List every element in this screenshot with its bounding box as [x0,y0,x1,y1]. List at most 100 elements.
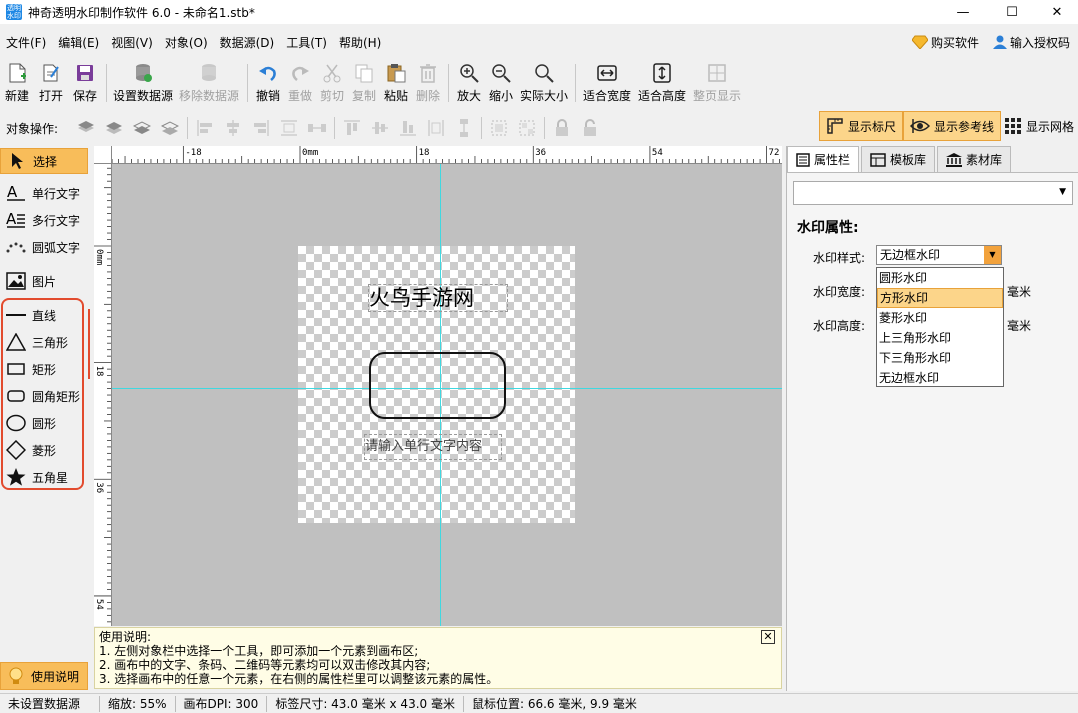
open-button[interactable]: 打开 [34,58,68,108]
instructions-line-2: 2. 画布中的文字、条码、二维码等元素均可以双击修改其内容; [99,658,431,672]
properties-body: ▼ 水印属性: 水印样式: 无边框水印 ▼ 水印宽度: 毫米 水印高度: 毫米 … [787,172,1078,691]
canvas-area[interactable]: 火鸟手游网 请输入单行文字内容 [112,164,782,626]
menu-datasource[interactable]: 数据源(D) [214,34,281,51]
tool-select[interactable]: 选择 [0,148,88,174]
menu-help[interactable]: 帮助(H) [333,34,387,51]
show-ruler-toggle[interactable]: 显示标尺 [819,111,904,141]
set-datasource-button[interactable]: 设置数据源 [111,58,175,108]
status-zoom: 缩放: 55% [100,695,176,712]
page-display-button[interactable]: 整页显示 [690,58,744,108]
zoom-in-button[interactable]: 放大 [453,58,485,108]
show-guides-toggle[interactable]: 显示参考线 [903,111,1002,141]
new-button[interactable]: 新建 [0,58,34,108]
option-down-triangle-watermark[interactable]: 下三角形水印 [877,348,1003,368]
tool-rect[interactable]: 矩形 [0,356,88,382]
buy-software-link[interactable]: 购买软件 [911,34,979,51]
option-up-triangle-watermark[interactable]: 上三角形水印 [877,328,1003,348]
align-middle-icon[interactable] [370,118,390,138]
send-to-back-icon[interactable] [160,118,180,138]
tab-properties[interactable]: 属性栏 [787,146,860,172]
object-selector[interactable]: ▼ [793,181,1073,205]
tool-star[interactable]: 五角星 [0,464,88,490]
menu-tools[interactable]: 工具(T) [280,34,333,51]
tool-image[interactable]: 图片 [0,268,88,294]
minimize-button[interactable]: — [940,0,986,24]
align-bottom-icon[interactable] [398,118,418,138]
align-top-icon[interactable] [342,118,362,138]
tab-templates[interactable]: 模板库 [861,146,936,172]
tool-image-label: 图片 [32,274,57,289]
send-backward-icon[interactable] [132,118,152,138]
zoom-out-button[interactable]: 缩小 [485,58,517,108]
space-vertical-icon[interactable] [454,118,474,138]
cut-button[interactable]: 剪切 [316,58,348,108]
delete-button[interactable]: 删除 [412,58,444,108]
ruler-label: 54 [94,599,104,610]
copy-button[interactable]: 复制 [348,58,380,108]
save-label: 保存 [72,89,97,103]
tool-diamond[interactable]: 菱形 [0,437,88,463]
show-grid-toggle[interactable]: 显示网格 [998,111,1078,141]
watermark-style-select[interactable]: 无边框水印 ▼ [876,245,1002,265]
instructions-close-button[interactable]: ✕ [761,630,775,644]
distribute-horizontal-icon[interactable] [279,118,299,138]
space-horizontal-icon[interactable] [307,118,327,138]
option-circle-watermark[interactable]: 圆形水印 [877,268,1003,288]
align-center-icon[interactable] [223,118,243,138]
menu-view[interactable]: 视图(V) [105,34,159,51]
chevron-down-icon: ▼ [1059,187,1066,197]
canvas-single-text-element[interactable]: 请输入单行文字内容 [364,434,502,460]
ungroup-icon[interactable] [517,118,537,138]
ruler-label: 36 [535,148,546,158]
option-diamond-watermark[interactable]: 菱形水印 [877,308,1003,328]
tool-arc-text[interactable]: 圆弧文字 [0,234,88,260]
maximize-button[interactable]: ☐ [989,0,1035,24]
align-left-icon[interactable] [195,118,215,138]
bring-to-front-icon[interactable] [76,118,96,138]
properties-panel: 属性栏 模板库 素材库 ▼ 水印属性: 水印样式: 无边框水印 ▼ 水印宽度: … [786,146,1078,691]
ruler-label: 18 [94,366,104,377]
paste-button[interactable]: 粘贴 [380,58,412,108]
tool-triangle[interactable]: 三角形 [0,329,88,355]
tool-circle[interactable]: 圆形 [0,410,88,436]
menu-file[interactable]: 文件(F) [0,34,52,51]
database-icon [136,64,152,82]
app-icon: 透明水印 [6,4,22,20]
license-link[interactable]: 输入授权码 [992,34,1070,51]
menu-edit[interactable]: 编辑(E) [52,34,105,51]
canvas-text-element[interactable]: 火鸟手游网 [368,284,508,312]
align-right-icon[interactable] [251,118,271,138]
watermark-style-value: 无边框水印 [880,248,941,262]
menu-object[interactable]: 对象(O) [159,34,214,51]
tool-single-text[interactable]: A 单行文字 [0,180,88,206]
fit-width-button[interactable]: 适合宽度 [580,58,634,108]
actual-size-button[interactable]: 实际大小 [517,58,571,108]
horizontal-ruler-ticks: -18 0mm 18 36 54 72 [105,146,780,163]
redo-button[interactable]: 重做 [284,58,316,108]
option-square-watermark[interactable]: 方形水印 [877,288,1003,308]
tool-line[interactable]: 直线 [0,302,88,328]
style-label: 水印样式: [813,251,866,265]
distribute-vertical-icon[interactable] [426,118,446,138]
tool-multi-text[interactable]: A 多行文字 [0,207,88,233]
group-icon[interactable] [489,118,509,138]
chevron-down-icon[interactable]: ▼ [984,246,1001,264]
menu-right: 购买软件 输入授权码 [911,30,1070,54]
remove-datasource-button[interactable]: 移除数据源 [175,58,243,108]
fit-height-button[interactable]: 适合高度 [634,58,690,108]
tool-round-rect[interactable]: 圆角矩形 [0,383,88,409]
unlock-icon[interactable] [580,118,600,138]
option-borderless-watermark[interactable]: 无边框水印 [877,368,1003,388]
canvas-rounded-rectangle[interactable] [369,352,506,419]
save-button[interactable]: 保存 [68,58,102,108]
close-button[interactable]: ✕ [1034,0,1078,24]
lock-icon[interactable] [552,118,572,138]
tool-circle-label: 圆形 [32,416,57,431]
bring-forward-icon[interactable] [104,118,124,138]
fit-height-icon [653,63,671,83]
undo-button[interactable]: 撤销 [252,58,284,108]
zoom-in-label: 放大 [456,89,481,103]
fit-height-label: 适合高度 [637,89,686,103]
help-button[interactable]: 使用说明 [0,662,88,690]
tab-materials[interactable]: 素材库 [937,146,1012,172]
